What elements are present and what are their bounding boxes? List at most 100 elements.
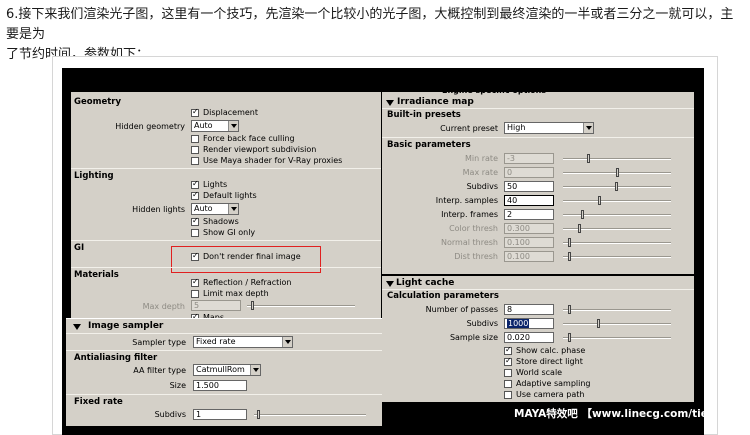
interp-samples-value: 40 (507, 196, 518, 205)
use-camera-path-label: Use camera path (516, 390, 585, 399)
number-of-passes-slider[interactable] (563, 305, 671, 314)
embedded-screenshot: Geometry Displacement Hidden geometry Au… (62, 68, 704, 435)
show-gi-only-label: Show GI only (203, 228, 256, 237)
materials-section-title: Materials (74, 270, 119, 280)
max-depth-field[interactable]: 5 (191, 300, 241, 311)
irradiance-subdivs-field[interactable]: 50 (504, 181, 554, 192)
subdivs-field[interactable]: 1 (193, 409, 247, 420)
store-direct-light-label: Store direct light (516, 357, 583, 366)
render-viewport-label: Render viewport subdivision (203, 145, 317, 154)
dist-thresh-field[interactable]: 0.100 (504, 251, 554, 262)
slider-handle[interactable] (568, 333, 571, 342)
geometry-section-title: Geometry (74, 97, 121, 107)
divider (66, 333, 382, 334)
number-of-passes-value: 8 (507, 305, 513, 314)
interp-samples-slider[interactable] (563, 196, 671, 205)
hidden-lights-label: Hidden lights (132, 205, 185, 214)
max-depth-label: Max depth (142, 302, 185, 311)
light-cache-subdivs-slider[interactable] (563, 319, 671, 328)
gi-section-title: GI (74, 243, 85, 253)
interp-frames-label: Interp. frames (441, 210, 498, 219)
light-cache-title: Light cache (396, 278, 455, 288)
world-scale-checkbox[interactable] (504, 369, 512, 377)
show-calc-phase-label: Show calc. phase (516, 346, 586, 355)
image-sampler-title: Image sampler (88, 321, 164, 331)
interp-samples-field[interactable]: 40 (504, 195, 554, 206)
sampler-type-label: Sampler type (132, 338, 186, 347)
slider-handle[interactable] (581, 210, 584, 219)
light-cache-subdivs-field[interactable]: 1000 (504, 318, 554, 329)
collapse-arrow-icon[interactable] (386, 100, 394, 106)
chevron-down-icon (282, 337, 292, 347)
sample-size-slider[interactable] (563, 333, 671, 342)
interp-frames-field[interactable]: 2 (504, 209, 554, 220)
subdivs-slider[interactable] (254, 410, 366, 419)
slider-handle[interactable] (251, 301, 254, 310)
slider-handle[interactable] (568, 305, 571, 314)
store-direct-light-checkbox[interactable] (504, 356, 512, 366)
default-lights-checkbox[interactable] (191, 190, 199, 200)
use-camera-path-checkbox[interactable] (504, 391, 512, 399)
reflection-refraction-checkbox[interactable] (191, 277, 199, 287)
min-rate-slider[interactable] (563, 154, 671, 163)
sampler-type-dropdown[interactable]: Fixed rate (193, 336, 293, 348)
current-preset-dropdown[interactable]: High (504, 122, 594, 134)
slider-handle[interactable] (598, 196, 601, 205)
divider (71, 240, 381, 241)
interp-frames-slider[interactable] (563, 210, 671, 219)
slider-handle[interactable] (578, 224, 581, 233)
dist-thresh-slider[interactable] (563, 252, 671, 261)
chevron-down-icon (583, 123, 593, 133)
interp-samples-label: Interp. samples (435, 196, 498, 205)
number-of-passes-field[interactable]: 8 (504, 304, 554, 315)
use-maya-shader-label: Use Maya shader for V-Ray proxies (203, 156, 343, 165)
color-thresh-slider[interactable] (563, 224, 671, 233)
calc-parameters-title: Calculation parameters (387, 291, 499, 301)
shadows-checkbox[interactable] (191, 216, 199, 226)
hidden-geometry-label: Hidden geometry (115, 122, 185, 131)
use-maya-shader-checkbox[interactable] (191, 157, 199, 165)
normal-thresh-field[interactable]: 0.100 (504, 237, 554, 248)
default-lights-label: Default lights (203, 191, 257, 200)
max-depth-slider[interactable] (247, 301, 355, 310)
min-rate-field[interactable]: -3 (504, 153, 554, 164)
force-back-face-label: Force back face culling (203, 134, 295, 143)
slider-handle[interactable] (257, 410, 260, 419)
light-cache-subdivs-label: Subdivs (466, 319, 498, 328)
max-rate-slider[interactable] (563, 168, 671, 177)
limit-max-depth-label: Limit max depth (203, 289, 269, 298)
fixed-rate-section-title: Fixed rate (74, 397, 123, 407)
limit-max-depth-checkbox[interactable] (191, 290, 199, 298)
slider-handle[interactable] (616, 168, 619, 177)
size-field[interactable]: 1.500 (193, 380, 247, 391)
hidden-geometry-dropdown[interactable]: Auto (191, 120, 239, 132)
slider-handle[interactable] (615, 182, 618, 191)
max-rate-field[interactable]: 0 (504, 167, 554, 178)
sample-size-field[interactable]: 0.020 (504, 332, 554, 343)
displacement-checkbox[interactable] (191, 107, 199, 117)
divider (71, 168, 381, 169)
color-thresh-field[interactable]: 0.300 (504, 223, 554, 234)
slider-handle[interactable] (568, 252, 571, 261)
show-gi-only-checkbox[interactable] (191, 229, 199, 237)
force-back-face-checkbox[interactable] (191, 135, 199, 143)
adaptive-sampling-checkbox[interactable] (504, 380, 512, 388)
highlight-box (171, 246, 321, 273)
slider-handle[interactable] (597, 319, 600, 328)
slider-handle[interactable] (587, 154, 590, 163)
number-of-passes-label: Number of passes (425, 305, 498, 314)
slider-handle[interactable] (568, 238, 571, 247)
hidden-geometry-value: Auto (194, 121, 213, 130)
dist-thresh-value: 0.100 (507, 252, 530, 261)
aa-filter-dropdown[interactable]: CatmullRom (193, 364, 261, 376)
lights-checkbox[interactable] (191, 179, 199, 189)
hidden-lights-dropdown[interactable]: Auto (191, 203, 239, 215)
render-viewport-checkbox[interactable] (191, 146, 199, 154)
normal-thresh-slider[interactable] (563, 238, 671, 247)
show-calc-phase-checkbox[interactable] (504, 345, 512, 355)
collapse-arrow-icon[interactable] (73, 324, 81, 330)
collapse-arrow-icon[interactable] (386, 281, 394, 287)
irradiance-subdivs-slider[interactable] (563, 182, 671, 191)
light-cache-subdivs-value: 1000 (507, 319, 530, 328)
divider (382, 137, 694, 138)
